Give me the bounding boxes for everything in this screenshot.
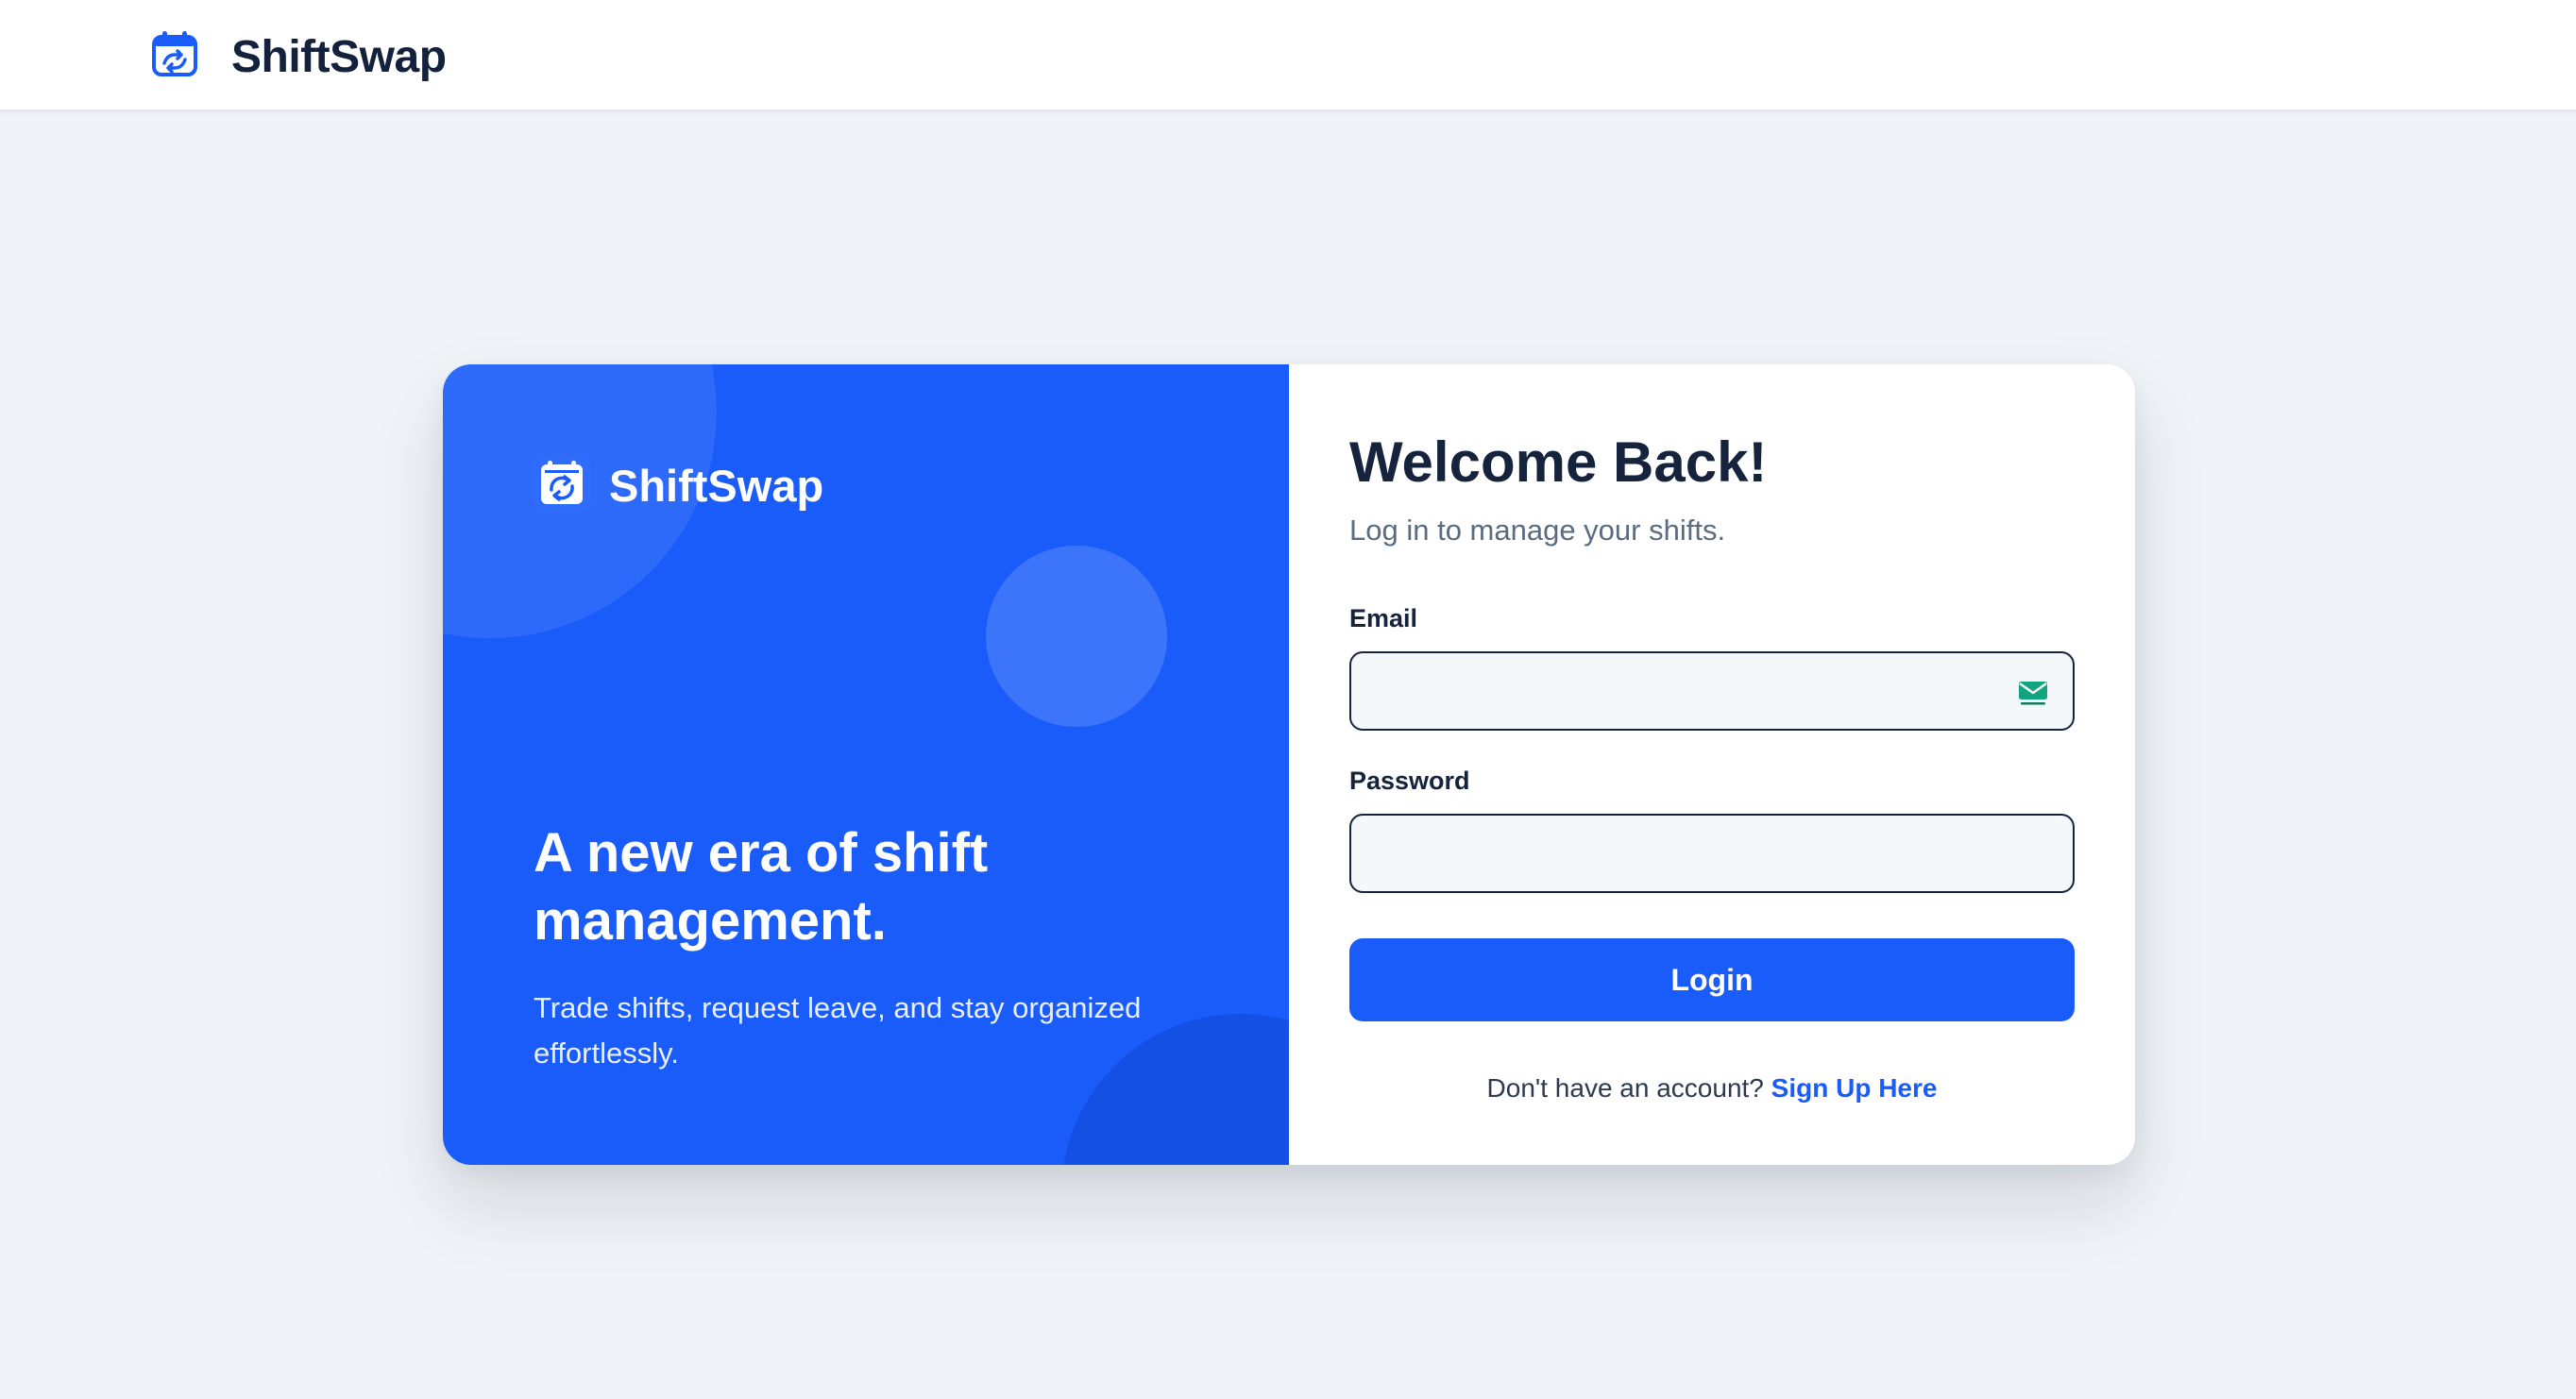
navbar-brand[interactable]: ShiftSwap xyxy=(231,30,447,85)
form-subtitle: Log in to manage your shifts. xyxy=(1349,514,1726,547)
email-label: Email xyxy=(1349,604,1418,632)
password-field-wrapper xyxy=(1349,814,2075,893)
password-input[interactable] xyxy=(1351,816,2073,891)
login-button[interactable]: Login xyxy=(1349,938,2075,1021)
top-navbar: ShiftSwap xyxy=(0,0,2576,111)
hero-headline: A new era of shift management. xyxy=(534,822,989,952)
signup-link[interactable]: Sign Up Here xyxy=(1771,1073,1938,1103)
hero-subtext: Trade shifts, request leave, and stay or… xyxy=(534,991,1142,1070)
hero-brand: ShiftSwap xyxy=(609,461,824,511)
email-input[interactable] xyxy=(1351,653,2073,729)
login-card: ShiftSwap A new era of shift management.… xyxy=(443,364,2135,1165)
signup-prompt: Don't have an account? Sign Up Here xyxy=(1349,1070,2075,1106)
calendar-swap-icon[interactable] xyxy=(151,29,198,78)
shift-swap-logo-icon xyxy=(533,455,591,514)
form-title: Welcome Back! xyxy=(1349,430,1768,494)
password-label: Password xyxy=(1349,767,1470,795)
email-field-wrapper xyxy=(1349,651,2075,731)
temp-mail-icon[interactable] xyxy=(2018,680,2048,706)
hero-panel: ShiftSwap A new era of shift management.… xyxy=(443,364,1289,1165)
signup-prompt-text: Don't have an account? xyxy=(1486,1073,1764,1103)
decorative-circle xyxy=(986,546,1167,727)
login-form-panel: Welcome Back! Log in to manage your shif… xyxy=(1289,364,2135,1165)
